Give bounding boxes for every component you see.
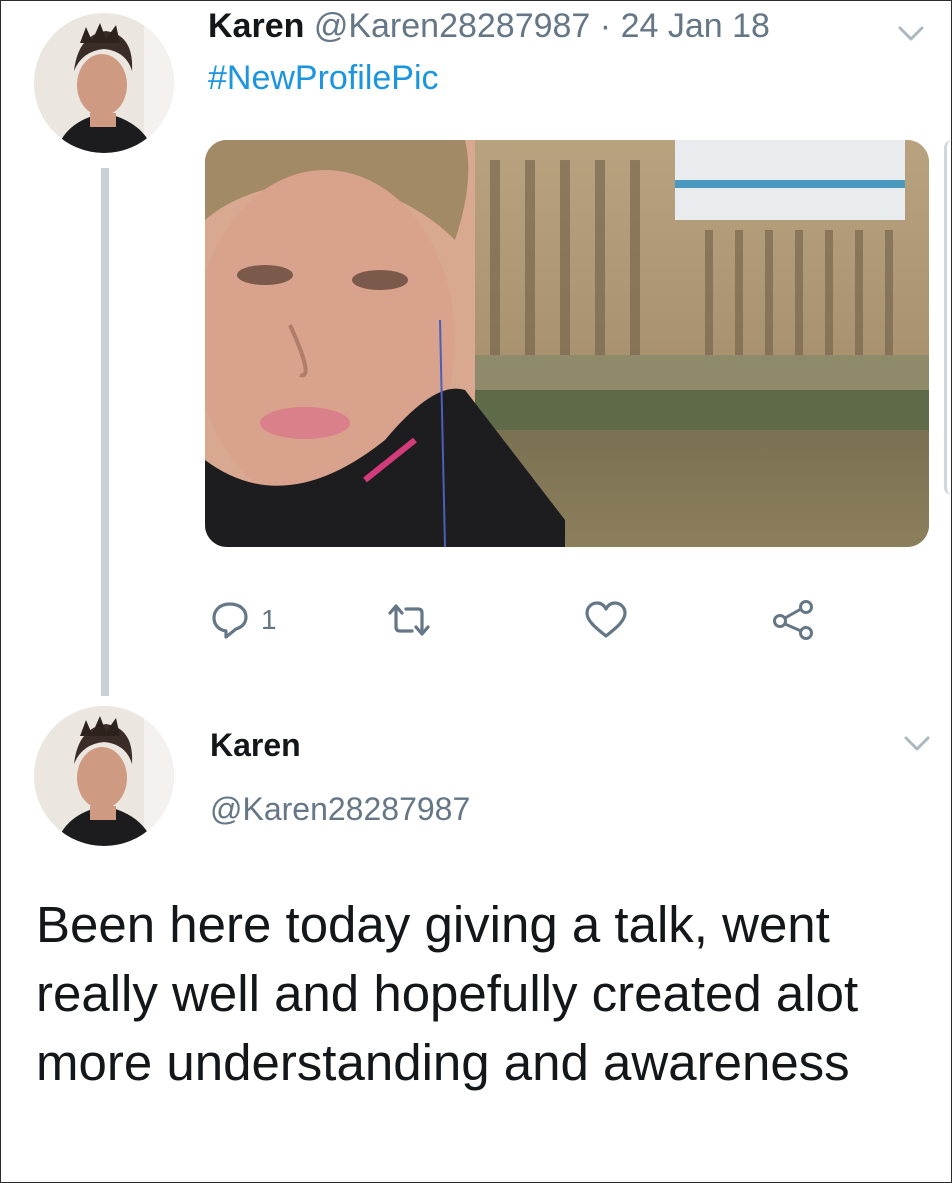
chevron-down-icon[interactable] <box>904 736 930 752</box>
retweet-button[interactable] <box>386 598 432 642</box>
tweet-photo[interactable] <box>205 140 929 547</box>
reply-button[interactable]: 1 <box>211 598 277 642</box>
author-name[interactable]: Karen <box>210 726 301 764</box>
share-button[interactable] <box>772 598 816 642</box>
author-name[interactable]: Karen <box>208 7 304 45</box>
tweet-date[interactable]: 24 Jan 18 <box>621 7 770 45</box>
reply-count: 1 <box>261 604 277 635</box>
carousel-edge <box>944 140 952 495</box>
tweet-header: Karen @Karen28287987 · 24 Jan 18 <box>208 6 770 46</box>
hashtag-link[interactable]: #NewProfilePic <box>208 58 439 98</box>
heart-icon <box>585 601 627 638</box>
retweet-icon <box>388 604 430 636</box>
like-button[interactable] <box>584 598 628 642</box>
author-handle[interactable]: @Karen28287987 <box>314 7 591 45</box>
avatar[interactable] <box>34 13 174 153</box>
reply-icon <box>212 602 248 639</box>
thread-line <box>101 168 109 696</box>
avatar[interactable] <box>34 706 174 846</box>
tweet-text: Been here today giving a talk, went real… <box>36 896 859 1091</box>
meta-separator: · <box>599 7 612 45</box>
chevron-down-icon[interactable] <box>898 26 924 42</box>
author-handle[interactable]: @Karen28287987 <box>210 790 470 828</box>
share-icon <box>773 600 813 640</box>
